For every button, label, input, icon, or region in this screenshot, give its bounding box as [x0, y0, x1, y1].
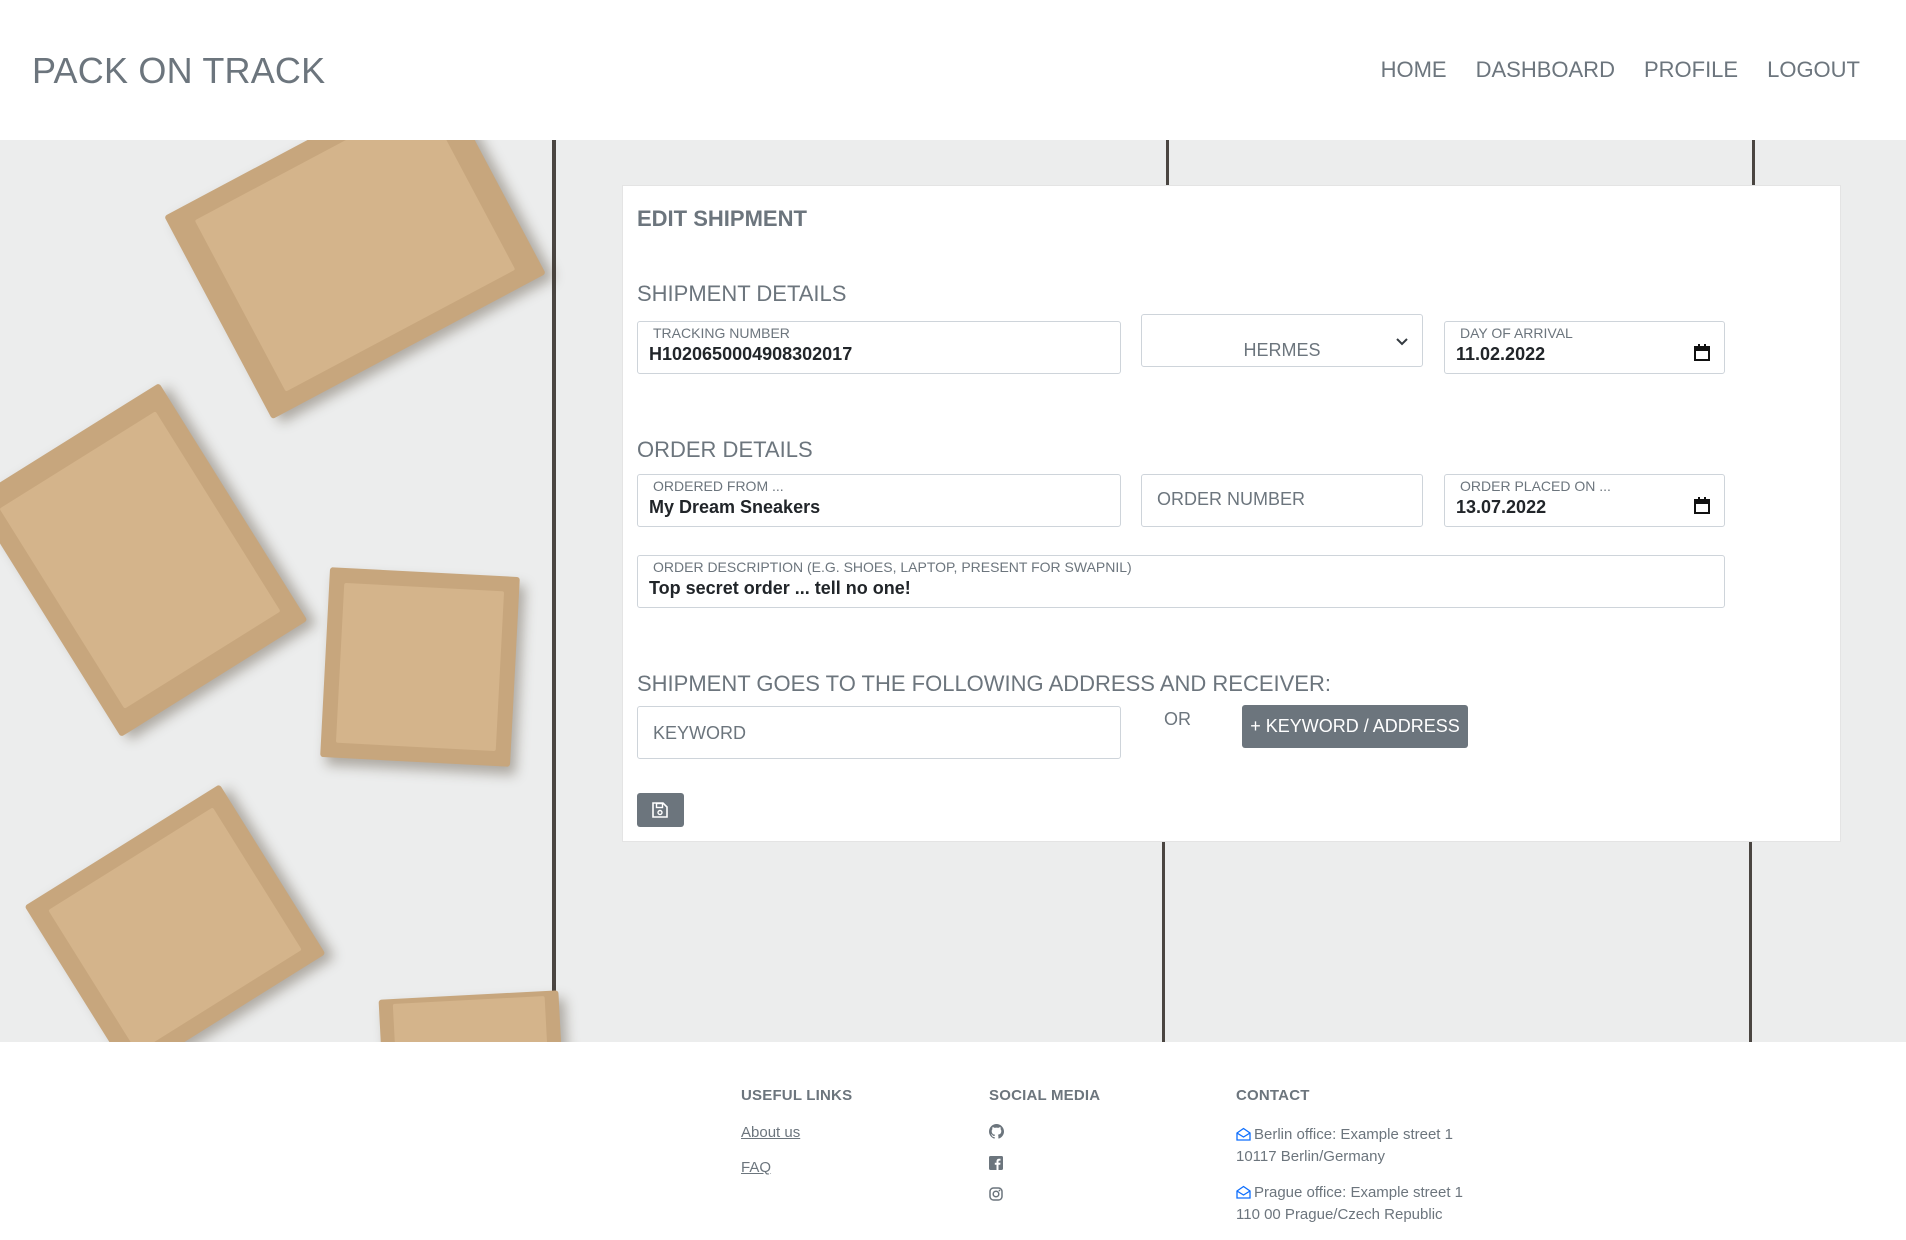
carrier-selected-value: HERMES	[1243, 340, 1321, 360]
nav-logout[interactable]: LOGOUT	[1767, 57, 1860, 83]
arrival-date-field[interactable]: DAY OF ARRIVAL 11.02.2022	[1444, 321, 1725, 374]
gift-box	[164, 140, 546, 420]
keyword-field[interactable]: KEYWORD	[637, 706, 1121, 759]
arrival-date-label: DAY OF ARRIVAL	[1460, 325, 1573, 341]
tracking-number-label: TRACKING NUMBER	[653, 325, 790, 341]
navbar: PACK ON TRACK HOME DASHBOARD PROFILE LOG…	[0, 0, 1906, 140]
berlin-office-address: Berlin office: Example street 1 10117 Be…	[1236, 1124, 1463, 1168]
order-description-field[interactable]: ORDER DESCRIPTION (E.G. SHOES, LAPTOP, P…	[637, 555, 1725, 608]
ordered-from-value: My Dream Sneakers	[649, 497, 821, 517]
nav-profile[interactable]: PROFILE	[1644, 57, 1738, 83]
ordered-from-label: ORDERED FROM ...	[653, 478, 784, 494]
tracking-number-value: H1020650004908302017	[649, 344, 853, 364]
social-media-heading: SOCIAL MEDIA	[989, 1087, 1101, 1104]
or-separator: OR	[1164, 709, 1191, 729]
prague-office-address: Prague office: Example street 1 110 00 P…	[1236, 1182, 1463, 1226]
facebook-icon[interactable]	[989, 1156, 1100, 1175]
calendar-icon[interactable]	[1694, 344, 1710, 366]
instagram-icon[interactable]	[989, 1187, 1100, 1206]
brand-logo[interactable]: PACK ON TRACK	[32, 50, 325, 92]
cardboard-box	[320, 567, 520, 767]
github-icon[interactable]	[989, 1124, 1100, 1144]
faq-link[interactable]: FAQ	[741, 1159, 852, 1176]
edit-shipment-card: EDIT SHIPMENT SHIPMENT DETAILS TRACKING …	[622, 185, 1841, 842]
order-details-heading: ORDER DETAILS	[637, 437, 813, 462]
ordered-from-field[interactable]: ORDERED FROM ... My Dream Sneakers	[637, 474, 1121, 527]
tracking-number-field[interactable]: TRACKING NUMBER H1020650004908302017	[637, 321, 1121, 374]
order-description-value: Top secret order ... tell no one!	[649, 578, 911, 598]
envelope-open-icon	[1236, 1185, 1251, 1199]
carrier-select[interactable]: HERMES	[1141, 314, 1423, 367]
cardboard-box-lid	[48, 807, 302, 1042]
add-keyword-address-button[interactable]: + KEYWORD / ADDRESS	[1242, 705, 1468, 748]
cardboard-box-lid	[0, 411, 281, 709]
cardboard-box	[24, 784, 326, 1042]
save-button[interactable]	[637, 793, 684, 827]
floppy-disk-icon	[652, 802, 668, 818]
nav-home[interactable]: HOME	[1381, 57, 1447, 83]
prague-office-line1: Prague office: Example street 1	[1254, 1184, 1464, 1201]
plank-seam	[552, 140, 556, 1042]
order-description-label: ORDER DESCRIPTION (E.G. SHOES, LAPTOP, P…	[653, 559, 1132, 575]
footer: USEFUL LINKS About us FAQ SOCIAL MEDIA C…	[0, 1042, 1906, 1240]
envelope-open-icon	[1236, 1127, 1251, 1141]
social-media-column: SOCIAL MEDIA	[989, 1087, 1100, 1218]
chevron-down-icon	[1396, 333, 1408, 351]
useful-links-heading: USEFUL LINKS	[741, 1087, 853, 1104]
plank-seam	[1162, 840, 1165, 1042]
contact-column: CONTACT Berlin office: Example street 1 …	[1236, 1087, 1463, 1240]
cardboard-box	[378, 990, 562, 1042]
plank-seam	[1166, 140, 1169, 185]
order-number-placeholder: ORDER NUMBER	[1157, 489, 1306, 509]
berlin-office-line2: 10117 Berlin/Germany	[1236, 1148, 1385, 1165]
address-heading: SHIPMENT GOES TO THE FOLLOWING ADDRESS A…	[637, 671, 1331, 696]
plank-seam	[1752, 140, 1755, 185]
plank-seam	[1749, 840, 1752, 1042]
shipment-details-heading: SHIPMENT DETAILS	[637, 281, 847, 306]
prague-office-line2: 110 00 Prague/Czech Republic	[1236, 1206, 1443, 1223]
order-placed-date-field[interactable]: ORDER PLACED ON ... 13.07.2022	[1444, 474, 1725, 527]
main-nav: HOME DASHBOARD PROFILE LOGOUT	[1381, 57, 1860, 83]
arrival-date-value: 11.02.2022	[1456, 344, 1546, 364]
cardboard-box-lid	[336, 583, 504, 751]
contact-heading: CONTACT	[1236, 1087, 1310, 1104]
gift-box-lid	[194, 140, 516, 392]
nav-dashboard[interactable]: DASHBOARD	[1476, 57, 1615, 83]
cardboard-box-lid	[393, 995, 547, 1042]
useful-links-column: USEFUL LINKS About us FAQ	[741, 1087, 852, 1194]
order-placed-label: ORDER PLACED ON ...	[1460, 478, 1611, 494]
calendar-icon[interactable]	[1694, 497, 1710, 519]
cardboard-box	[0, 382, 308, 738]
about-us-link[interactable]: About us	[741, 1124, 852, 1141]
keyword-placeholder: KEYWORD	[653, 723, 747, 743]
berlin-office-line1: Berlin office: Example street 1	[1254, 1126, 1453, 1143]
card-title: EDIT SHIPMENT	[637, 206, 807, 231]
order-number-field[interactable]: ORDER NUMBER	[1141, 474, 1423, 527]
order-placed-value: 13.07.2022	[1456, 497, 1547, 517]
